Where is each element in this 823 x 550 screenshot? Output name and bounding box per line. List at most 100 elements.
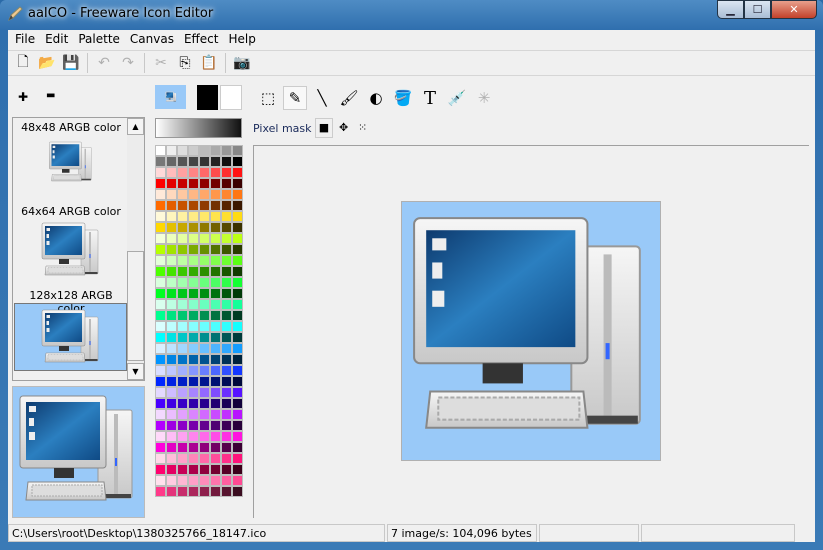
camera-icon[interactable]: 📷 <box>231 52 253 74</box>
menu-file[interactable]: File <box>12 30 42 49</box>
palette-swatch[interactable] <box>188 431 199 442</box>
palette-swatch[interactable] <box>210 431 221 442</box>
palette-swatch[interactable] <box>221 178 232 189</box>
menu-effect[interactable]: Effect <box>181 30 226 49</box>
palette-swatch[interactable] <box>199 167 210 178</box>
palette-swatch[interactable] <box>210 200 221 211</box>
palette-swatch[interactable] <box>221 200 232 211</box>
palette-swatch[interactable] <box>166 387 177 398</box>
palette-swatch[interactable] <box>188 464 199 475</box>
palette-swatch[interactable] <box>177 365 188 376</box>
scroll-down-button[interactable]: ▼ <box>127 363 144 380</box>
palette-swatch[interactable] <box>177 156 188 167</box>
magic-wand-tool-icon[interactable]: ✳ <box>472 86 496 110</box>
palette-swatch[interactable] <box>232 398 243 409</box>
palette-swatch[interactable] <box>155 255 166 266</box>
palette-swatch[interactable] <box>155 464 166 475</box>
gradient-slider[interactable] <box>155 118 242 138</box>
palette-swatch[interactable] <box>188 409 199 420</box>
palette-swatch[interactable] <box>155 398 166 409</box>
add-image-button[interactable]: ✚ <box>18 90 28 104</box>
close-button[interactable]: ✕ <box>771 0 817 19</box>
palette-swatch[interactable] <box>232 387 243 398</box>
palette-swatch[interactable] <box>166 288 177 299</box>
palette-swatch[interactable] <box>166 398 177 409</box>
palette-swatch[interactable] <box>188 453 199 464</box>
palette-swatch[interactable] <box>232 233 243 244</box>
palette-swatch[interactable] <box>177 420 188 431</box>
select-tool-icon[interactable]: ⬚ <box>256 86 280 110</box>
palette-swatch[interactable] <box>177 409 188 420</box>
palette-swatch[interactable] <box>166 211 177 222</box>
palette-swatch[interactable] <box>210 156 221 167</box>
palette-swatch[interactable] <box>199 233 210 244</box>
palette-swatch[interactable] <box>166 365 177 376</box>
palette-swatch[interactable] <box>221 266 232 277</box>
palette-swatch[interactable] <box>221 453 232 464</box>
palette-swatch[interactable] <box>155 233 166 244</box>
palette-swatch[interactable] <box>221 156 232 167</box>
palette-swatch[interactable] <box>232 453 243 464</box>
palette-swatch[interactable] <box>155 189 166 200</box>
pixel-mask-diamond-option[interactable]: ✥ <box>339 121 348 134</box>
palette-swatch[interactable] <box>199 409 210 420</box>
palette-swatch[interactable] <box>210 266 221 277</box>
palette-swatch[interactable] <box>199 321 210 332</box>
palette-swatch[interactable] <box>188 365 199 376</box>
palette-swatch[interactable] <box>166 222 177 233</box>
palette-swatch[interactable] <box>232 145 243 156</box>
remove-image-button[interactable]: ▬ <box>46 90 55 101</box>
menu-help[interactable]: Help <box>226 30 263 49</box>
palette-swatch[interactable] <box>155 178 166 189</box>
palette-swatch[interactable] <box>232 365 243 376</box>
palette-swatch[interactable] <box>188 222 199 233</box>
palette-swatch[interactable] <box>221 321 232 332</box>
palette-swatch[interactable] <box>199 211 210 222</box>
palette-swatch[interactable] <box>166 420 177 431</box>
palette-swatch[interactable] <box>188 266 199 277</box>
scroll-up-button[interactable]: ▲ <box>127 118 144 135</box>
palette-swatch[interactable] <box>210 244 221 255</box>
palette-swatch[interactable] <box>166 277 177 288</box>
palette-swatch[interactable] <box>221 431 232 442</box>
palette-swatch[interactable] <box>210 398 221 409</box>
palette-swatch[interactable] <box>232 332 243 343</box>
palette-swatch[interactable] <box>221 167 232 178</box>
palette-swatch[interactable] <box>199 299 210 310</box>
palette-swatch[interactable] <box>166 486 177 497</box>
list-item-selected[interactable]: 128x128 ARGB color <box>14 289 127 371</box>
palette-swatch[interactable] <box>232 464 243 475</box>
palette-swatch[interactable] <box>221 398 232 409</box>
palette-swatch[interactable] <box>155 200 166 211</box>
palette-swatch[interactable] <box>177 277 188 288</box>
list-item[interactable]: 48x48 ARGB color <box>15 121 127 190</box>
palette-swatch[interactable] <box>166 343 177 354</box>
palette-swatch[interactable] <box>177 299 188 310</box>
palette-swatch[interactable] <box>232 222 243 233</box>
palette-swatch[interactable] <box>166 266 177 277</box>
palette-swatch[interactable] <box>177 233 188 244</box>
palette-swatch[interactable] <box>155 431 166 442</box>
palette-swatch[interactable] <box>155 222 166 233</box>
palette-swatch[interactable] <box>210 343 221 354</box>
palette-swatch[interactable] <box>221 189 232 200</box>
palette-swatch[interactable] <box>177 145 188 156</box>
palette-swatch[interactable] <box>210 376 221 387</box>
palette-swatch[interactable] <box>232 200 243 211</box>
palette-swatch[interactable] <box>199 398 210 409</box>
palette-swatch[interactable] <box>155 277 166 288</box>
save-icon[interactable]: 💾 <box>60 52 82 74</box>
palette-swatch[interactable] <box>232 409 243 420</box>
palette-swatch[interactable] <box>221 310 232 321</box>
palette-swatch[interactable] <box>210 387 221 398</box>
palette-swatch[interactable] <box>210 420 221 431</box>
palette-swatch[interactable] <box>155 409 166 420</box>
palette-swatch[interactable] <box>210 475 221 486</box>
palette-swatch[interactable] <box>199 486 210 497</box>
palette-swatch[interactable] <box>199 244 210 255</box>
palette-swatch[interactable] <box>155 145 166 156</box>
palette-swatch[interactable] <box>177 453 188 464</box>
palette-swatch[interactable] <box>155 321 166 332</box>
palette-swatch[interactable] <box>177 343 188 354</box>
palette-swatch[interactable] <box>166 145 177 156</box>
